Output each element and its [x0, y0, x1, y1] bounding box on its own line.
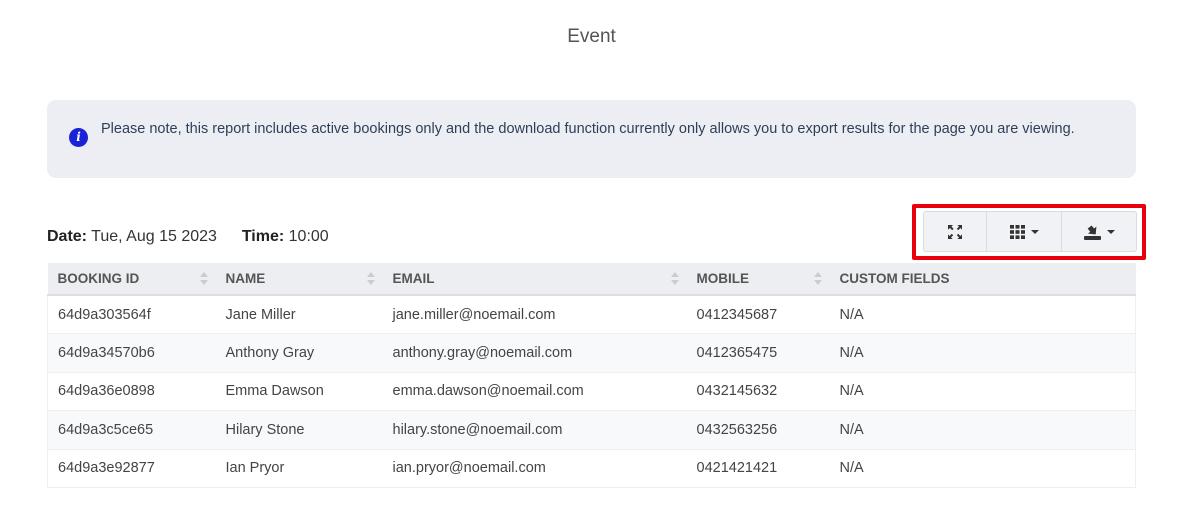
sort-icon[interactable] [670, 271, 679, 287]
cell-booking-id: 64d9a34570b6 [47, 333, 216, 373]
chevron-down-icon [1030, 229, 1039, 234]
fullscreen-button[interactable] [924, 212, 987, 251]
cell-custom-fields: N/A [829, 295, 1136, 334]
cell-mobile: 0432145632 [686, 372, 830, 411]
date-value: Tue, Aug 15 2023 [91, 228, 217, 245]
cell-booking-id: 64d9a36e0898 [47, 372, 216, 411]
table-row: 64d9a3c5ce65 Hilary Stone hilary.stone@n… [47, 410, 1136, 450]
cell-name: Ian Pryor [215, 449, 383, 488]
cell-mobile: 0412365475 [686, 333, 830, 373]
cell-mobile: 0432563256 [686, 410, 830, 450]
cell-custom-fields: N/A [829, 410, 1136, 450]
sort-icon[interactable] [366, 271, 375, 287]
info-notice: i Please note, this report includes acti… [47, 100, 1136, 178]
table-toolbar [923, 211, 1137, 252]
report-page: Event i Please note, this report include… [0, 0, 1180, 521]
cell-email: hilary.stone@noemail.com [382, 410, 687, 450]
table-row: 64d9a303564f Jane Miller jane.miller@noe… [47, 295, 1136, 334]
cell-custom-fields: N/A [829, 372, 1136, 411]
cell-name: Hilary Stone [215, 410, 383, 450]
fullscreen-icon [948, 224, 962, 239]
column-header-mobile[interactable]: MOBILE [686, 263, 830, 296]
table-row: 64d9a34570b6 Anthony Gray anthony.gray@n… [47, 333, 1136, 373]
page-title: Event [567, 26, 616, 47]
cell-name: Emma Dawson [215, 372, 383, 411]
cell-mobile: 0421421421 [686, 449, 830, 488]
column-header-name[interactable]: NAME [215, 263, 383, 296]
cell-mobile: 0412345687 [686, 295, 830, 334]
export-download-icon [1083, 224, 1101, 240]
cell-email: jane.miller@noemail.com [382, 295, 687, 334]
sort-icon[interactable] [199, 271, 208, 287]
column-header-custom-fields: CUSTOM FIELDS [829, 263, 1136, 296]
cell-name: Anthony Gray [215, 333, 383, 373]
cell-booking-id: 64d9a3e92877 [47, 449, 216, 488]
column-header-email[interactable]: EMAIL [382, 263, 687, 296]
notice-text: Please note, this report includes active… [101, 121, 1075, 137]
chevron-down-icon [1106, 229, 1115, 234]
time-value: 10:00 [288, 228, 329, 245]
bookings-table: BOOKING ID NAME EMAIL MOBILE CUSTOM FIEL… [47, 263, 1136, 488]
cell-name: Jane Miller [215, 295, 383, 334]
info-icon: i [69, 128, 88, 147]
cell-email: emma.dawson@noemail.com [382, 372, 687, 411]
time-label: Time: [241, 228, 285, 245]
cell-booking-id: 64d9a3c5ce65 [47, 410, 216, 450]
column-header-booking-id[interactable]: BOOKING ID [47, 263, 216, 296]
cell-booking-id: 64d9a303564f [47, 295, 216, 334]
export-button[interactable] [1062, 212, 1136, 251]
event-meta: Date: Tue, Aug 15 2023 Time: 10:00 [47, 228, 329, 246]
table-row: 64d9a3e92877 Ian Pryor ian.pryor@noemail… [47, 449, 1136, 488]
date-label: Date: [47, 228, 88, 245]
table-header-row: BOOKING ID NAME EMAIL MOBILE CUSTOM FIEL… [47, 263, 1136, 296]
columns-button[interactable] [987, 212, 1062, 251]
sort-icon[interactable] [813, 271, 822, 287]
cell-email: ian.pryor@noemail.com [382, 449, 687, 488]
columns-grid-icon [1009, 224, 1025, 239]
table-row: 64d9a36e0898 Emma Dawson emma.dawson@noe… [47, 372, 1136, 411]
cell-custom-fields: N/A [829, 449, 1136, 488]
cell-custom-fields: N/A [829, 333, 1136, 373]
cell-email: anthony.gray@noemail.com [382, 333, 687, 373]
